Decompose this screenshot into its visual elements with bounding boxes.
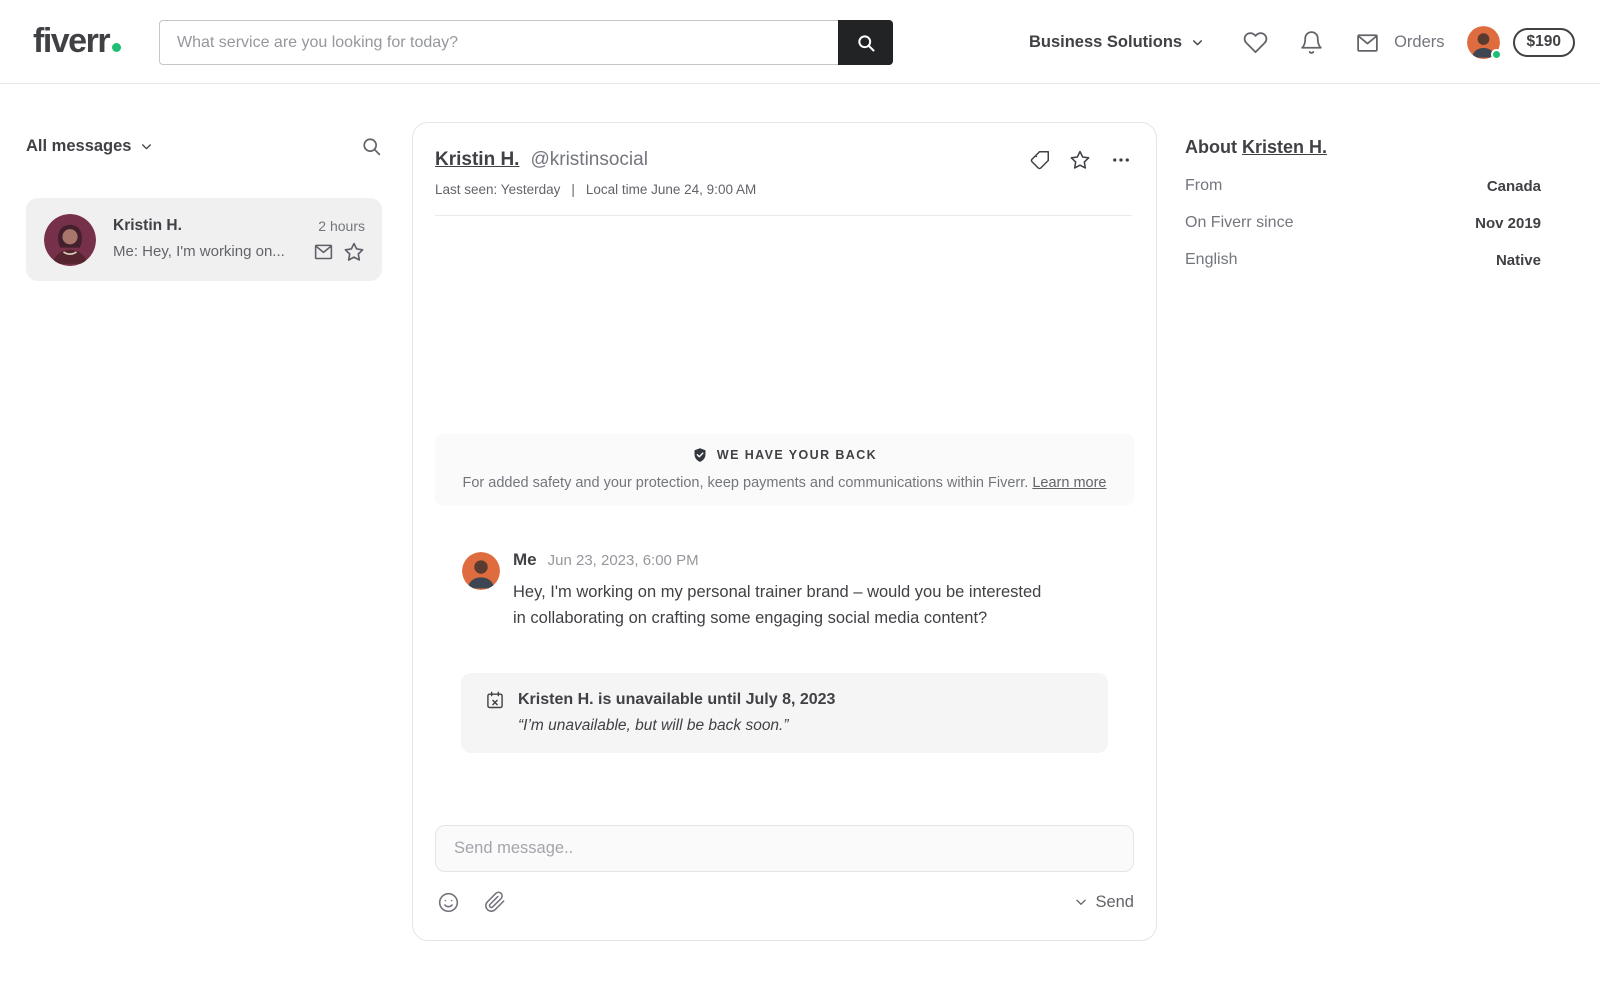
message-text: Hey, I'm working on my personal trainer … <box>513 579 1043 631</box>
local-time-text: Local time June 24, 9:00 AM <box>586 182 756 197</box>
chat-message-area: WE HAVE YOUR BACK For added safety and y… <box>413 216 1156 825</box>
about-row-from: From Canada <box>1185 177 1541 195</box>
header-nav: Business Solutions Orders $190 <box>1029 0 1575 84</box>
fiverr-logo[interactable]: fiverr <box>33 22 121 61</box>
star-conversation-icon[interactable] <box>343 241 365 263</box>
send-button-label: Send <box>1095 893 1134 912</box>
last-seen-text: Last seen: Yesterday <box>435 182 560 197</box>
business-solutions-menu[interactable]: Business Solutions <box>1029 33 1204 52</box>
chat-contact-handle: @kristinsocial <box>530 149 647 171</box>
conversation-avatar <box>44 214 96 266</box>
about-row-language: English Native <box>1185 251 1541 269</box>
user-avatar[interactable] <box>1467 26 1500 59</box>
about-contact-name-link[interactable]: Kristen H. <box>1242 137 1327 157</box>
favorites-heart-icon[interactable] <box>1242 29 1268 55</box>
label-tag-icon[interactable] <box>1028 149 1050 171</box>
top-header: fiverr Business Solutions <box>0 0 1600 84</box>
about-panel: About Kristen H. From Canada On Fiverr s… <box>1185 137 1541 269</box>
message-sender-avatar <box>462 552 500 590</box>
search-input[interactable] <box>159 20 838 65</box>
unavailability-quote: “I’m unavailable, but will be back soon.… <box>518 717 1084 735</box>
balance-badge[interactable]: $190 <box>1513 28 1575 57</box>
calendar-x-icon <box>485 690 505 710</box>
orders-link[interactable]: Orders <box>1394 33 1444 52</box>
about-title: About Kristen H. <box>1185 137 1541 158</box>
mark-unread-envelope-icon[interactable] <box>313 241 334 262</box>
emoji-smiley-icon[interactable] <box>435 889 461 915</box>
chat-contact-name-link[interactable]: Kristin H. <box>435 149 519 171</box>
about-value: Native <box>1496 252 1541 269</box>
conversation-search-icon[interactable] <box>361 136 382 157</box>
chevron-down-icon <box>140 140 153 153</box>
conversation-name: Kristin H. <box>113 217 182 235</box>
message-timestamp: Jun 23, 2023, 6:00 PM <box>548 552 699 569</box>
notifications-bell-icon[interactable] <box>1298 29 1324 55</box>
messages-filter-label: All messages <box>26 137 131 156</box>
about-title-prefix: About <box>1185 137 1242 157</box>
message-input[interactable] <box>435 825 1134 872</box>
messages-mail-icon[interactable] <box>1354 29 1380 55</box>
star-favorite-icon[interactable] <box>1069 149 1091 171</box>
unavailability-title: Kristen H. is unavailable until July 8, … <box>518 691 835 709</box>
fiverr-logo-dot <box>112 43 121 52</box>
online-status-dot <box>1491 49 1502 60</box>
more-options-ellipsis-icon[interactable] <box>1110 149 1132 171</box>
conversation-time: 2 hours <box>318 218 365 234</box>
search-icon <box>856 33 876 53</box>
fiverr-inbox-page: fiverr Business Solutions <box>0 0 1600 1000</box>
about-label: From <box>1185 177 1222 195</box>
about-label: On Fiverr since <box>1185 214 1293 232</box>
message-composer: Send <box>413 825 1156 940</box>
conversation-summary: Kristin H. 2 hours Me: Hey, I'm working … <box>113 217 365 263</box>
learn-more-link[interactable]: Learn more <box>1032 475 1106 491</box>
status-divider: | <box>571 182 575 197</box>
sidebar-header: All messages <box>26 136 382 157</box>
chat-panel: Kristin H. @kristinsocial Last seen: Yes… <box>412 122 1157 941</box>
unavailability-notice: Kristen H. is unavailable until July 8, … <box>461 673 1108 753</box>
about-value: Canada <box>1487 178 1541 195</box>
global-search-bar <box>159 20 893 65</box>
about-label: English <box>1185 251 1237 269</box>
fiverr-logo-text: fiverr <box>33 22 109 61</box>
send-button[interactable]: Send <box>1074 893 1134 912</box>
safety-notice-body: For added safety and your protection, ke… <box>463 475 1029 491</box>
chat-message: Me Jun 23, 2023, 6:00 PM Hey, I'm workin… <box>435 550 1134 631</box>
chat-header-actions <box>1028 149 1132 171</box>
safety-notice: WE HAVE YOUR BACK For added safety and y… <box>435 434 1134 506</box>
about-row-member-since: On Fiverr since Nov 2019 <box>1185 214 1541 232</box>
business-solutions-label: Business Solutions <box>1029 33 1182 52</box>
conversation-preview: Me: Hey, I'm working on... <box>113 243 285 260</box>
shield-check-icon <box>692 447 708 463</box>
search-button[interactable] <box>838 20 893 65</box>
conversation-list-item[interactable]: Kristin H. 2 hours Me: Hey, I'm working … <box>26 198 382 281</box>
about-value: Nov 2019 <box>1475 215 1541 232</box>
safety-notice-title: WE HAVE YOUR BACK <box>717 448 877 462</box>
inbox-sidebar: All messages Kristin H. 2 hours Me: Hey,… <box>26 136 382 281</box>
chevron-down-icon <box>1191 36 1204 49</box>
chat-status-line: Last seen: Yesterday | Local time June 2… <box>435 182 1132 197</box>
chat-header: Kristin H. @kristinsocial Last seen: Yes… <box>413 123 1156 216</box>
attachment-paperclip-icon[interactable] <box>482 889 508 915</box>
chevron-down-icon <box>1074 895 1088 909</box>
message-sender-name: Me <box>513 550 537 570</box>
messages-filter-dropdown[interactable]: All messages <box>26 137 153 156</box>
